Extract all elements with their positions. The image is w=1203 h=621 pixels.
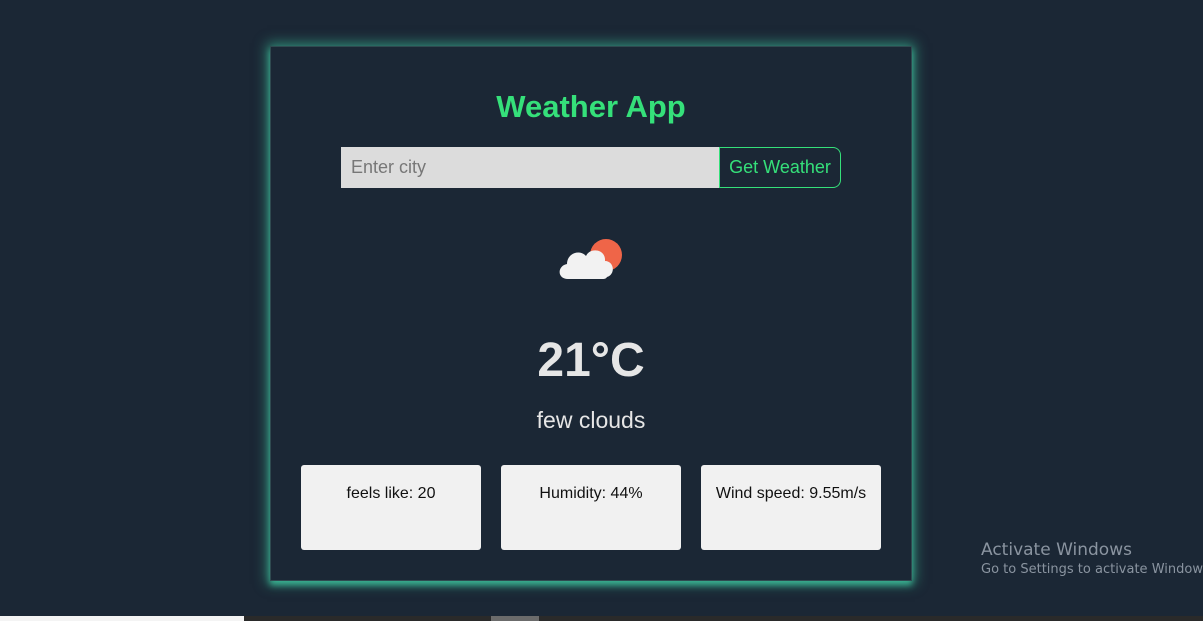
watermark-subtitle: Go to Settings to activate Windows.	[981, 562, 1203, 577]
app-title: Weather App	[496, 89, 686, 124]
weather-card: Weather App Get Weather 21°C few clouds …	[270, 46, 912, 581]
wind-speed-label: Wind speed: 9.55m/s	[715, 485, 867, 502]
weather-description: few clouds	[536, 407, 646, 433]
temperature: 21°C	[537, 334, 645, 387]
taskbar-segment	[0, 616, 244, 621]
get-weather-button[interactable]: Get Weather	[719, 147, 841, 188]
feels-like-label: feels like: 20	[346, 485, 436, 502]
taskbar-thumb[interactable]	[491, 616, 539, 621]
feels-like-card: feels like: 20	[301, 465, 481, 550]
wind-speed-card: Wind speed: 9.55m/s	[701, 465, 881, 550]
humidity-label: Humidity: 44%	[539, 485, 643, 502]
humidity-card: Humidity: 44%	[501, 465, 681, 550]
watermark-title: Activate Windows	[981, 540, 1132, 560]
search-bar: Get Weather	[341, 147, 841, 188]
taskbar-strip	[0, 616, 1203, 621]
activate-windows-watermark: Activate Windows Go to Settings to activ…	[981, 539, 1203, 579]
city-input[interactable]	[341, 147, 720, 188]
few-clouds-icon	[554, 233, 630, 289]
